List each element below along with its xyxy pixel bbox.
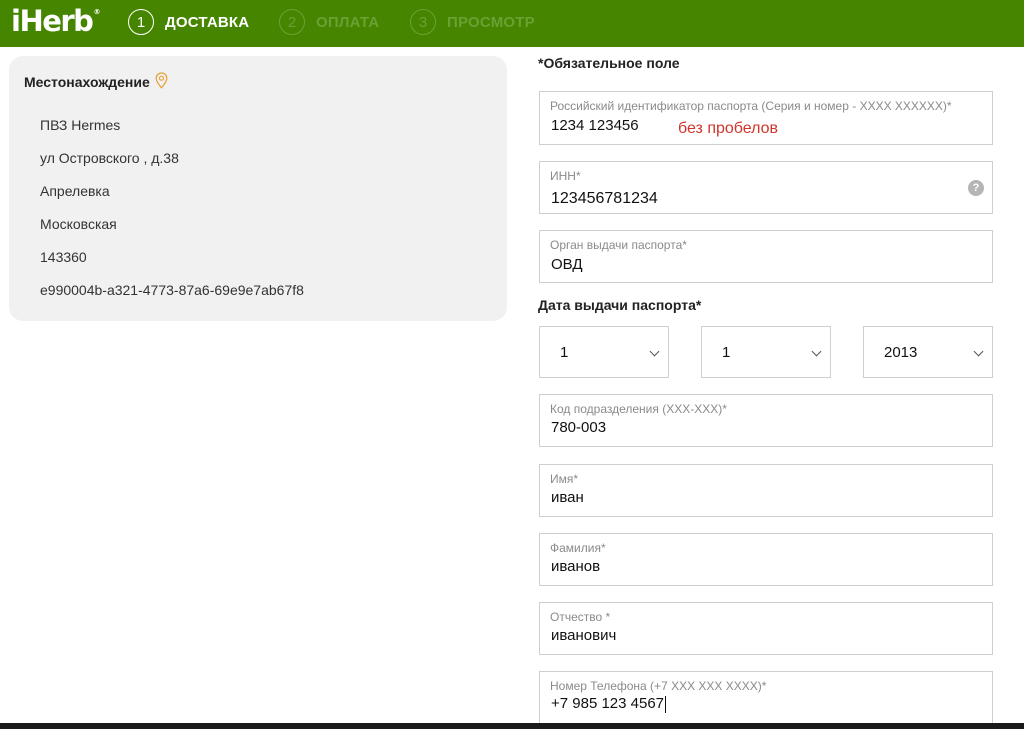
- iherb-logo[interactable]: iHerb®: [11, 4, 100, 38]
- location-title-text: Местонахождение: [24, 74, 150, 90]
- step-number: 1: [128, 9, 154, 35]
- location-title: Местонахождение: [24, 72, 168, 92]
- step-label: ОПЛАТА: [316, 13, 380, 31]
- passport-issuer-field[interactable]: Орган выдачи паспорта* ОВД: [539, 230, 993, 283]
- required-field-note: *Обязательное поле: [538, 55, 680, 71]
- address-line-pickup: ПВЗ Hermes: [40, 117, 121, 133]
- chevron-down-icon: [811, 346, 822, 357]
- address-line-id: e990004b-a321-4773-87a6-69e9e7ab67f8: [40, 282, 304, 298]
- first-name-label: Имя*: [550, 472, 579, 486]
- text-cursor: [665, 695, 667, 713]
- step-number: 2: [279, 9, 305, 35]
- division-code-label: Код подразделения (XXX-XXX)*: [550, 402, 727, 416]
- inn-label: ИНН*: [550, 169, 581, 183]
- patronymic-field[interactable]: Отчество * иванович: [539, 602, 993, 655]
- issue-day-value: 1: [560, 344, 569, 361]
- phone-field[interactable]: Номер Телефона (+7 XXX XXX XXXX)* +7 985…: [539, 671, 993, 724]
- top-bar: iHerb® 1 ДОСТАВКА 2 ОПЛАТА 3 ПРОСМОТР: [0, 0, 1024, 47]
- issue-date-label: Дата выдачи паспорта*: [538, 297, 702, 313]
- division-code-field[interactable]: Код подразделения (XXX-XXX)* 780-003: [539, 394, 993, 447]
- address-line-street: ул Островского , д.38: [40, 150, 179, 166]
- address-line-city: Апрелевка: [40, 183, 110, 199]
- phone-label: Номер Телефона (+7 XXX XXX XXXX)*: [550, 679, 767, 693]
- passport-issuer-value: ОВД: [551, 256, 583, 273]
- issue-day-select[interactable]: 1: [539, 326, 669, 378]
- step-label: ПРОСМОТР: [447, 13, 535, 31]
- passport-id-label: Российский идентификатор паспорта (Серия…: [550, 99, 952, 113]
- patronymic-label: Отчество *: [550, 610, 611, 624]
- issue-year-value: 2013: [884, 344, 918, 361]
- logo-text: iHerb: [11, 4, 94, 38]
- step-delivery[interactable]: 1 ДОСТАВКА: [128, 9, 249, 35]
- passport-issuer-label: Орган выдачи паспорта*: [550, 238, 687, 252]
- first-name-field[interactable]: Имя* иван: [539, 464, 993, 517]
- location-pin-icon: [155, 72, 168, 92]
- inn-value: 123456781234: [551, 190, 658, 207]
- chevron-down-icon: [973, 346, 984, 357]
- bottom-bar: [0, 723, 1024, 729]
- step-payment[interactable]: 2 ОПЛАТА: [279, 9, 379, 35]
- first-name-value: иван: [551, 489, 584, 506]
- step-label: ДОСТАВКА: [165, 13, 250, 31]
- issue-month-select[interactable]: 1: [701, 326, 831, 378]
- passport-id-value: 1234 123456: [551, 117, 639, 134]
- inn-field[interactable]: ИНН* 123456781234 ?: [539, 161, 993, 214]
- chevron-down-icon: [649, 346, 660, 357]
- division-code-value: 780-003: [551, 419, 607, 436]
- patronymic-value: иванович: [551, 627, 617, 644]
- issue-month-value: 1: [722, 344, 731, 361]
- last-name-label: Фамилия*: [550, 541, 606, 555]
- address-line-postcode: 143360: [40, 249, 87, 265]
- issue-year-select[interactable]: 2013: [863, 326, 993, 378]
- phone-value-wrap: +7 985 123 4567: [551, 695, 667, 713]
- last-name-field[interactable]: Фамилия* иванов: [539, 533, 993, 586]
- last-name-value: иванов: [551, 558, 601, 575]
- step-review[interactable]: 3 ПРОСМОТР: [410, 9, 535, 35]
- help-icon[interactable]: ?: [968, 180, 984, 196]
- step-number: 3: [410, 9, 436, 35]
- no-spaces-hint: без пробелов: [678, 120, 779, 137]
- location-card: Местонахождение ПВЗ Hermes ул Островског…: [9, 56, 507, 321]
- logo-registered-mark: ®: [93, 8, 101, 16]
- address-line-region: Московская: [40, 216, 117, 232]
- phone-value: +7 985 123 4567: [551, 695, 665, 712]
